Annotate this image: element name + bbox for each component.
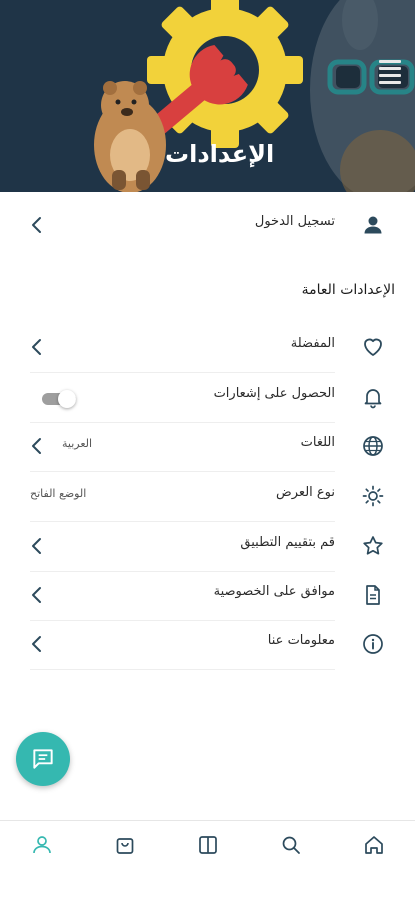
chevron-left-icon — [32, 587, 41, 603]
header-banner: الإعدادات — [0, 0, 415, 192]
settings-item-about[interactable]: معلومات عنا — [0, 619, 415, 669]
hamburger-icon — [379, 60, 401, 63]
globe-icon — [363, 436, 383, 456]
settings-item-rate-app[interactable]: قم بتقييم التطبيق — [0, 521, 415, 571]
info-icon — [363, 634, 383, 654]
bell-icon — [364, 389, 382, 409]
settings-item-label: نوع العرض — [276, 485, 335, 500]
search-icon[interactable] — [279, 833, 303, 857]
settings-item-favorites[interactable]: المفضلة — [0, 322, 415, 372]
chat-icon — [33, 749, 53, 769]
home-icon[interactable] — [362, 833, 386, 857]
section-title-general: الإعدادات العامة — [301, 282, 395, 298]
page-title: الإعدادات — [165, 140, 275, 168]
settings-item-notifications: الحصول على إشعارات — [0, 372, 415, 422]
settings-item-languages[interactable]: اللغات العربية — [0, 421, 415, 471]
settings-item-display-mode[interactable]: نوع العرض الوضع الفاتح — [0, 471, 415, 521]
display-mode-value: الوضع الفاتح — [30, 487, 87, 500]
divider — [30, 669, 335, 670]
chevron-left-icon — [32, 217, 41, 233]
login-label: تسجيل الدخول — [254, 214, 335, 229]
chevron-left-icon — [32, 636, 41, 652]
settings-item-label: معلومات عنا — [267, 633, 335, 648]
notifications-toggle[interactable] — [40, 390, 78, 408]
person-icon — [364, 216, 382, 234]
chevron-left-icon — [32, 339, 41, 355]
settings-item-label: الحصول على إشعارات — [213, 386, 335, 401]
hamburger-menu-button[interactable] — [379, 60, 401, 88]
settings-item-label: موافق على الخصوصية — [213, 584, 335, 599]
document-icon — [366, 585, 380, 605]
chevron-left-icon — [32, 438, 41, 454]
cart-icon[interactable] — [113, 833, 137, 857]
login-row[interactable]: تسجيل الدخول — [0, 200, 415, 250]
profile-icon[interactable] — [30, 833, 54, 857]
chevron-left-icon — [32, 538, 41, 554]
chat-button[interactable] — [16, 732, 70, 786]
star-icon — [363, 536, 383, 555]
sun-icon — [362, 485, 384, 507]
settings-item-label: المفضلة — [290, 336, 335, 351]
bottom-navigation — [0, 820, 415, 900]
book-icon[interactable] — [196, 833, 220, 857]
settings-item-privacy[interactable]: موافق على الخصوصية — [0, 570, 415, 620]
toggle-knob — [58, 390, 76, 408]
heart-icon — [364, 338, 382, 356]
settings-item-label: قم بتقييم التطبيق — [240, 535, 335, 550]
settings-item-label: اللغات — [300, 435, 335, 450]
language-value: العربية — [62, 437, 93, 450]
